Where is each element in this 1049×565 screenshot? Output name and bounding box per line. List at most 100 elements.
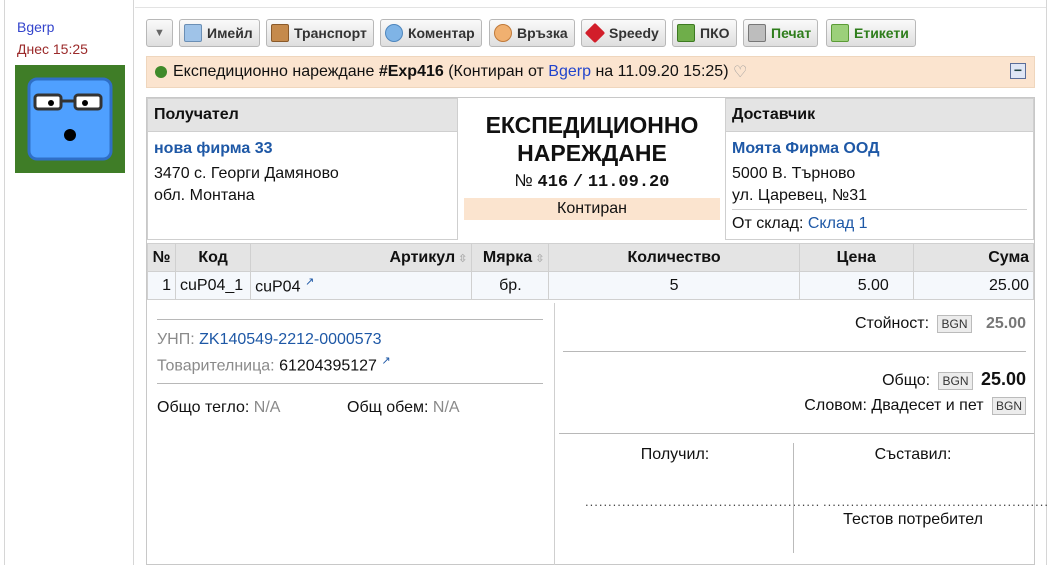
unp-link[interactable]: ZK140549-2212-0000573 (199, 331, 381, 348)
total-label: Общо: (882, 372, 931, 389)
col-article-label: Артикул (389, 248, 456, 266)
divider (559, 433, 1034, 434)
col-code: Код (175, 243, 252, 272)
top-divider (135, 7, 1046, 8)
sort-icon[interactable]: ⇳ (458, 253, 467, 265)
comment-button-label: Коментар (408, 25, 475, 41)
status-date: на 11.09.20 15:25) (595, 63, 729, 80)
document-page: Bgerp Днес 15:25 ▼ Имейл Транспорт Комен… (0, 0, 1049, 565)
created-date: Днес 15:25 (17, 41, 88, 57)
volume-label: Общ обем: (347, 399, 429, 416)
col-price: Цена (798, 243, 914, 272)
document-no-separator: / (572, 173, 584, 192)
currency-badge: BGN (938, 371, 973, 390)
recipient-name-link[interactable]: нова фирма 33 (154, 138, 451, 160)
document-body: Получател нова фирма 33 3470 с. Георги Д… (146, 97, 1049, 565)
author-link[interactable]: Bgerp (17, 19, 54, 35)
cell-unit: бр. (471, 271, 550, 300)
number-sign: № (514, 171, 533, 190)
transport-button[interactable]: Транспорт (266, 19, 374, 47)
box-icon (584, 22, 606, 44)
composer-name: Тестов потребител (843, 511, 983, 528)
transport-button-label: Транспорт (294, 25, 367, 41)
external-link-icon[interactable]: ↗ (381, 355, 390, 367)
avatar (15, 65, 125, 173)
value-label: Стойност: (854, 315, 930, 333)
recipient-box: Получател нова фирма 33 3470 с. Георги Д… (147, 98, 458, 240)
cell-no: 1 (146, 271, 177, 300)
comment-icon (385, 24, 403, 42)
unp-label: УНП: (157, 331, 195, 348)
recipient-address-line2: обл. Монтана (154, 187, 255, 204)
supplier-title: Доставчик (726, 99, 1033, 132)
signature-divider (793, 443, 794, 553)
document-title-line1: ЕКСПЕДИЦИОННО (485, 112, 699, 138)
email-button[interactable]: Имейл (179, 19, 260, 47)
total-amount: 25.00 (980, 369, 1026, 389)
speedy-button-label: Speedy (609, 25, 659, 41)
col-unit[interactable]: Мярка ⇳ (471, 243, 550, 272)
divider (157, 319, 543, 320)
email-icon (184, 24, 202, 42)
link-icon (494, 24, 512, 42)
truck-icon (271, 24, 289, 42)
pko-button-label: ПКО (700, 25, 730, 41)
link-button[interactable]: Връзка (489, 19, 575, 47)
document-type-icon (155, 66, 167, 78)
left-sidebar: Bgerp Днес 15:25 (4, 0, 134, 565)
document-date: 11.09.20 (587, 173, 670, 192)
article-name: cuP04 (255, 278, 301, 296)
amount-in-words: Словом: Двадесет и пет (804, 397, 984, 415)
weight-label: Общо тегло: (157, 399, 250, 416)
waybill-number: 61204395127 (279, 357, 377, 375)
totals-panel: Стойност: BGN 25.00 Общо: BGN 25.00 Слов… (555, 303, 1049, 565)
external-link-icon[interactable]: ↗ (305, 276, 314, 288)
document-title-line2: НАРЕЖДАНЕ (517, 140, 667, 166)
more-button[interactable]: ▼ (146, 19, 173, 47)
recipient-title: Получател (148, 99, 457, 132)
print-icon (748, 24, 766, 42)
document-number[interactable]: #Exp416 (379, 63, 444, 81)
col-sum: Сума (912, 243, 1035, 272)
status-user-link[interactable]: Bgerp (548, 63, 591, 81)
heart-icon[interactable]: ♡ (733, 62, 747, 82)
email-button-label: Имейл (207, 25, 253, 41)
store-link[interactable]: Склад 1 (808, 215, 868, 232)
col-no: № (146, 243, 177, 272)
store-label: От склад: (732, 215, 804, 232)
volume-value: N/A (432, 399, 460, 416)
supplier-name-link[interactable]: Моята Фирма ООД (732, 138, 1027, 160)
link-button-label: Връзка (517, 25, 568, 41)
cell-qty: 5 (548, 271, 800, 300)
col-qty: Количество (548, 243, 800, 272)
items-table: № Код Артикул ⇳ Мярка ⇳ Количество Цена Су… (146, 243, 1035, 300)
col-article[interactable]: Артикул ⇳ (250, 243, 473, 272)
shipping-info-panel: УНП: ZK140549-2212-0000573 Товарителница… (147, 303, 555, 565)
currency-badge: BGN (937, 315, 972, 333)
table-header-row: № Код Артикул ⇳ Мярка ⇳ Количество Цена Су… (146, 243, 1035, 272)
value-amount: 25.00 (985, 315, 1026, 333)
composed-signature: Съставил: ..............................… (823, 446, 1049, 529)
waybill-label: Товарителница: (157, 357, 275, 375)
collapse-button[interactable]: − (1010, 63, 1026, 79)
recipient-address-line1: 3470 с. Георги Дамяново (154, 165, 339, 182)
pko-button[interactable]: ПКО (672, 19, 737, 47)
currency-badge: BGN (991, 397, 1026, 415)
supplier-address-line2: ул. Царевец, №31 (732, 187, 867, 204)
speedy-button[interactable]: Speedy (581, 19, 666, 47)
sort-icon[interactable]: ⇳ (535, 253, 544, 265)
divider (563, 351, 1026, 352)
labels-button[interactable]: Етикети (826, 19, 916, 47)
supplier-address-line1: 5000 В. Търново (732, 165, 856, 182)
cell-article: cuP04 ↗ (250, 271, 473, 300)
print-button[interactable]: Печат (743, 19, 819, 47)
weight-value: N/A (253, 399, 281, 416)
signature-line: ........................................… (823, 494, 1049, 509)
comment-button[interactable]: Коментар (380, 19, 482, 47)
labels-button-label: Етикети (854, 25, 909, 41)
composed-label: Съставил: (874, 446, 952, 463)
received-label: Получил: (640, 446, 710, 463)
divider (157, 383, 543, 384)
header-prefix: Експедиционно нареждане (173, 63, 375, 80)
status-badge: Контиран (464, 198, 720, 220)
